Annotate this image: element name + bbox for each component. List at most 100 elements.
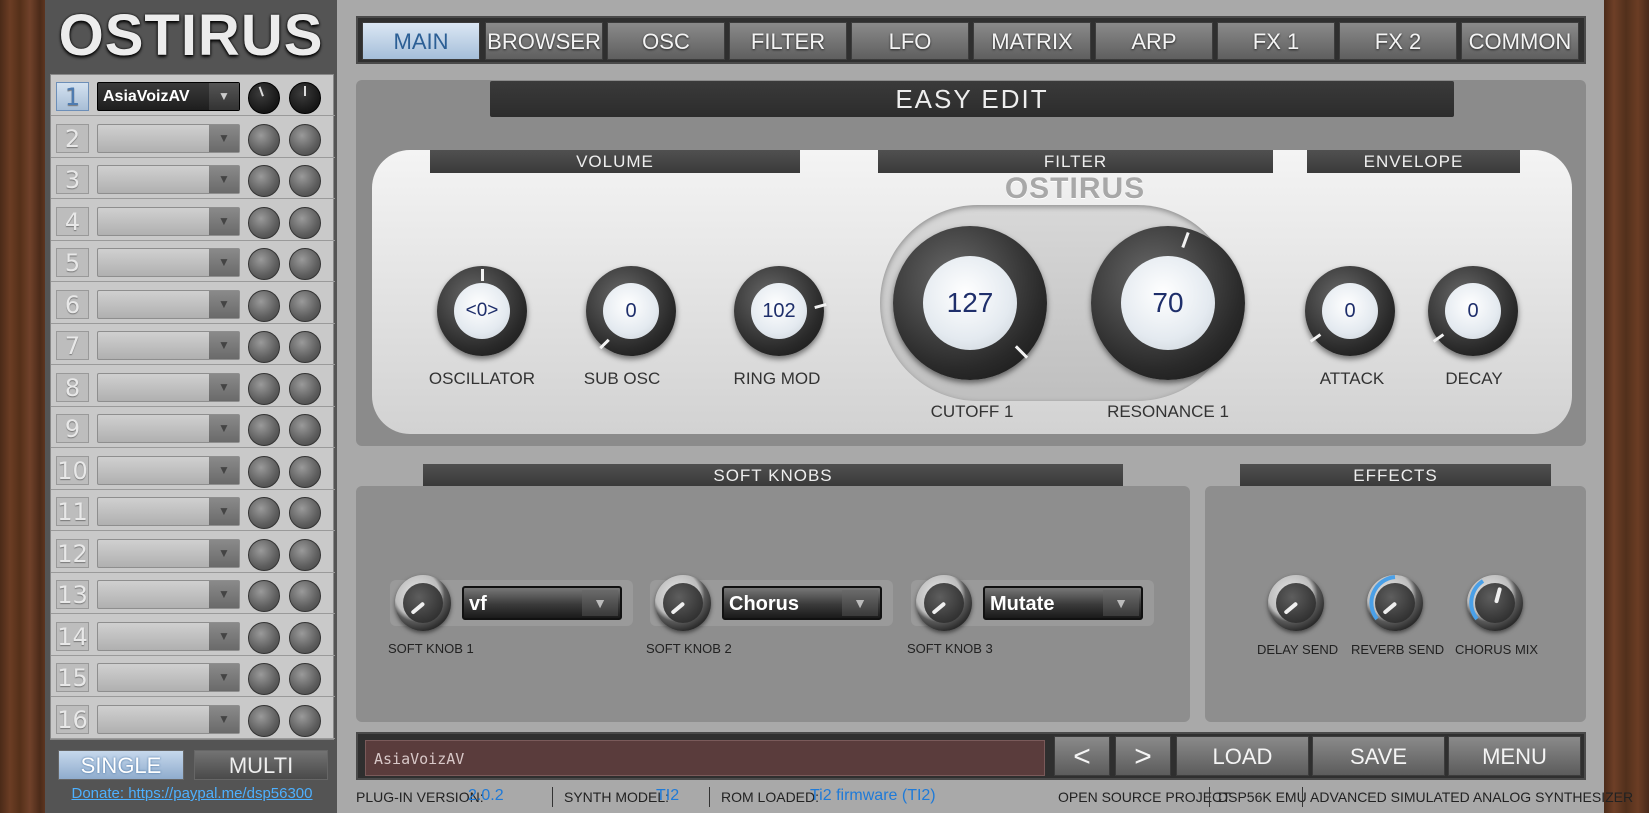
part-volume-knob[interactable] <box>248 497 280 529</box>
part-patch-dropdown[interactable]: ▼ <box>97 621 240 651</box>
ring-mod-knob[interactable]: 102 <box>734 266 827 356</box>
part-volume-knob[interactable] <box>248 621 280 654</box>
tab-lfo[interactable]: LFO <box>851 22 969 60</box>
part-pan-knob[interactable] <box>289 372 321 405</box>
attack-knob[interactable]: 0 <box>1305 266 1395 356</box>
tab-main[interactable]: MAIN <box>362 22 480 60</box>
cutoff-knob[interactable]: 127 <box>893 226 1047 380</box>
part-number-button[interactable]: 14 <box>56 621 89 651</box>
part-number-button[interactable]: 2 <box>56 123 89 153</box>
part-number-button[interactable]: 1 <box>56 82 89 111</box>
multi-mode-button[interactable]: MULTI <box>194 750 328 780</box>
tab-fx-1[interactable]: FX 1 <box>1217 22 1335 60</box>
part-volume-knob[interactable] <box>248 165 280 197</box>
part-pan-knob[interactable] <box>289 414 321 446</box>
tab-osc[interactable]: OSC <box>607 22 725 60</box>
single-mode-button[interactable]: SINGLE <box>58 750 184 780</box>
part-volume-knob[interactable] <box>248 82 280 114</box>
part-volume-knob[interactable] <box>248 455 280 488</box>
tab-browser[interactable]: BROWSER <box>485 22 603 60</box>
part-patch-dropdown[interactable]: ▼ <box>97 372 240 402</box>
part-pan-knob[interactable] <box>289 82 321 114</box>
part-patch-dropdown[interactable]: ▼ <box>97 414 240 443</box>
tab-fx-2[interactable]: FX 2 <box>1339 22 1457 60</box>
chevron-down-icon: ▼ <box>209 415 239 442</box>
resonance-knob[interactable]: 70 <box>1091 226 1245 380</box>
part-volume-knob[interactable] <box>248 414 280 446</box>
part-pan-knob[interactable] <box>289 331 321 363</box>
part-number-button[interactable]: 7 <box>56 331 89 360</box>
part-pan-knob[interactable] <box>289 455 321 488</box>
patch-name-display[interactable]: AsiaVoizAV <box>365 740 1045 776</box>
part-pan-knob[interactable] <box>289 538 321 571</box>
part-number-button[interactable]: 13 <box>56 580 89 609</box>
soft-knob-2-assign-dropdown[interactable]: Chorus ▼ <box>722 586 882 620</box>
part-pan-knob[interactable] <box>289 289 321 322</box>
part-patch-dropdown[interactable]: ▼ <box>97 123 240 153</box>
part-pan-knob[interactable] <box>289 704 321 737</box>
part-pan-knob[interactable] <box>289 580 321 612</box>
part-number-button[interactable]: 11 <box>56 497 89 526</box>
part-patch-dropdown[interactable]: ▼ <box>97 663 240 692</box>
tab-matrix[interactable]: MATRIX <box>973 22 1091 60</box>
part-pan-knob[interactable] <box>289 206 321 239</box>
part-volume-knob[interactable] <box>248 289 280 322</box>
soft-knob-1[interactable] <box>395 575 451 631</box>
part-patch-dropdown[interactable]: ▼ <box>97 248 240 277</box>
part-number-button[interactable]: 15 <box>56 663 89 692</box>
soft-knob-3-assign-dropdown[interactable]: Mutate ▼ <box>983 586 1143 620</box>
part-patch-dropdown[interactable]: ▼ <box>97 331 240 360</box>
chorus-mix-knob[interactable] <box>1467 575 1523 631</box>
part-pan-knob[interactable] <box>289 248 321 280</box>
part-number-button[interactable]: 5 <box>56 248 89 277</box>
part-patch-dropdown[interactable]: ▼ <box>97 165 240 194</box>
part-pan-knob[interactable] <box>289 497 321 529</box>
tab-common[interactable]: COMMON <box>1461 22 1579 60</box>
delay-send-knob[interactable] <box>1268 575 1324 631</box>
part-patch-dropdown[interactable]: ▼ <box>97 206 240 236</box>
part-volume-knob[interactable] <box>248 704 280 737</box>
sub-osc-knob[interactable]: 0 <box>586 266 676 356</box>
part-volume-knob[interactable] <box>248 372 280 405</box>
menu-button[interactable]: MENU <box>1448 736 1581 776</box>
part-number-button[interactable]: 16 <box>56 704 89 734</box>
part-number-button[interactable]: 6 <box>56 289 89 319</box>
load-button[interactable]: LOAD <box>1176 736 1309 776</box>
part-number-button[interactable]: 8 <box>56 372 89 402</box>
soft-knob-2[interactable] <box>655 575 711 631</box>
donate-link[interactable]: Donate: https://paypal.me/dsp56300 <box>50 785 334 802</box>
part-patch-dropdown[interactable]: ▼ <box>97 704 240 734</box>
part-number-button[interactable]: 3 <box>56 165 89 194</box>
part-pan-knob[interactable] <box>289 123 321 156</box>
part-patch-dropdown[interactable]: ▼ <box>97 580 240 609</box>
part-volume-knob[interactable] <box>248 248 280 280</box>
soft-knob-3[interactable] <box>916 575 972 631</box>
part-number-button[interactable]: 12 <box>56 538 89 568</box>
next-patch-button[interactable]: > <box>1115 736 1171 776</box>
part-number-button[interactable]: 10 <box>56 455 89 485</box>
part-volume-knob[interactable] <box>248 580 280 612</box>
tab-arp[interactable]: ARP <box>1095 22 1213 60</box>
oscillator-knob[interactable]: <0> <box>437 266 527 356</box>
part-volume-knob[interactable] <box>248 538 280 571</box>
part-number-button[interactable]: 9 <box>56 414 89 443</box>
part-patch-dropdown[interactable]: AsiaVoizAV ▼ <box>97 82 240 111</box>
part-volume-knob[interactable] <box>248 663 280 695</box>
prev-patch-button[interactable]: < <box>1054 736 1110 776</box>
part-patch-dropdown[interactable]: ▼ <box>97 455 240 485</box>
soft-knob-1-assign-dropdown[interactable]: vf ▼ <box>462 586 622 620</box>
part-volume-knob[interactable] <box>248 331 280 363</box>
tab-filter[interactable]: FILTER <box>729 22 847 60</box>
part-patch-dropdown[interactable]: ▼ <box>97 497 240 526</box>
part-pan-knob[interactable] <box>289 621 321 654</box>
part-volume-knob[interactable] <box>248 206 280 239</box>
decay-knob[interactable]: 0 <box>1428 266 1518 356</box>
part-number-button[interactable]: 4 <box>56 206 89 236</box>
part-patch-dropdown[interactable]: ▼ <box>97 538 240 568</box>
reverb-send-knob[interactable] <box>1367 575 1423 631</box>
part-patch-dropdown[interactable]: ▼ <box>97 289 240 319</box>
save-button[interactable]: SAVE <box>1312 736 1445 776</box>
part-pan-knob[interactable] <box>289 165 321 197</box>
part-volume-knob[interactable] <box>248 123 280 156</box>
part-pan-knob[interactable] <box>289 663 321 695</box>
